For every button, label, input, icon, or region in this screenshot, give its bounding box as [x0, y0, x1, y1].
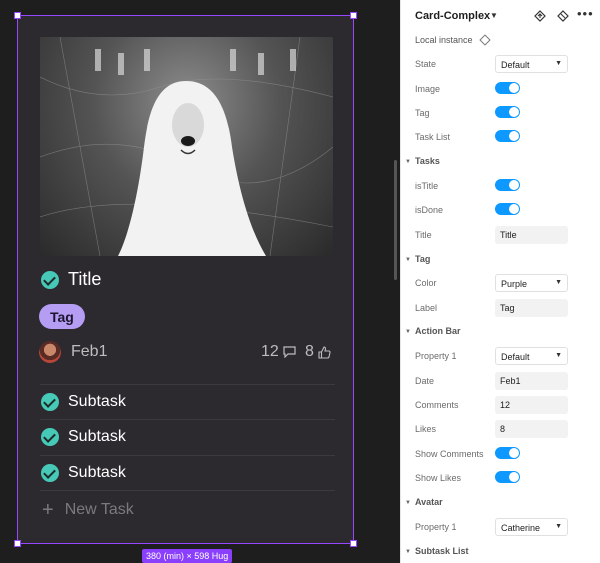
color-value: Purple — [501, 279, 528, 289]
more-options-icon[interactable]: ••• — [577, 6, 594, 21]
check-circle-icon[interactable] — [41, 270, 59, 289]
date-text: Feb1 — [71, 343, 108, 360]
istitle-label: isTitle — [415, 181, 439, 191]
show-comments-toggle[interactable] — [495, 447, 520, 459]
subtask-row[interactable]: Subtask — [41, 464, 126, 482]
avatar-property-value: Catherine — [501, 523, 541, 533]
new-task-button[interactable]: + New Task — [42, 500, 134, 520]
property-1-select[interactable]: Default ▼ — [495, 347, 568, 365]
avatar[interactable] — [39, 341, 61, 363]
task-list-label: Task List — [415, 132, 451, 142]
resize-handle-top-right[interactable] — [350, 12, 357, 19]
check-circle-icon[interactable] — [41, 393, 59, 411]
go-to-main-component-icon[interactable] — [533, 9, 547, 23]
collapse-icon[interactable]: ▼ — [405, 257, 411, 263]
collapse-icon[interactable]: ▼ — [405, 329, 411, 335]
state-select[interactable]: Default ▼ — [495, 55, 568, 73]
chevron-down-icon: ▼ — [555, 352, 562, 359]
avatar-property-select[interactable]: Catherine ▼ — [495, 518, 568, 536]
divider — [40, 490, 335, 491]
avatar-section-title[interactable]: Avatar — [415, 497, 443, 507]
label-label: Label — [415, 303, 438, 313]
resize-handle-bottom-right[interactable] — [350, 540, 357, 547]
ghost-dog-illustration — [40, 37, 333, 256]
subtask-label: Subtask — [68, 428, 126, 445]
properties-panel: Card-Complex ▼ ••• Local instance State … — [400, 0, 600, 563]
divider — [40, 419, 335, 420]
date-input[interactable]: Feb1 — [495, 372, 568, 390]
title-input[interactable]: Title — [495, 226, 568, 244]
subtask-row[interactable]: Subtask — [41, 393, 126, 411]
comments-input[interactable]: 12 — [495, 396, 568, 414]
comments-button[interactable]: 12 — [261, 343, 296, 361]
resize-handle-top-left[interactable] — [14, 12, 21, 19]
action-bar: Feb1 12 8 — [39, 340, 335, 364]
task-list-toggle[interactable] — [495, 130, 520, 142]
subtask-list-section-title[interactable]: Subtask List — [415, 546, 469, 556]
check-circle-icon[interactable] — [41, 428, 59, 446]
color-label: Color — [415, 278, 437, 288]
tasks-section-title[interactable]: Tasks — [415, 156, 440, 166]
new-task-label: New Task — [64, 501, 134, 518]
state-value: Default — [501, 60, 530, 70]
size-badge: 380 (min) × 598 Hug — [142, 549, 233, 563]
subtask-label: Subtask — [68, 393, 126, 410]
istitle-toggle[interactable] — [495, 179, 520, 191]
card-image — [40, 37, 333, 256]
component-diamond-icon[interactable] — [479, 34, 491, 46]
card-title: Title — [68, 269, 102, 289]
show-likes-label: Show Likes — [415, 473, 462, 483]
label-input[interactable]: Tag — [495, 299, 568, 317]
isdone-toggle[interactable] — [495, 203, 520, 215]
chevron-down-icon: ▼ — [555, 279, 562, 286]
tag-chip[interactable]: Tag — [39, 304, 85, 329]
likes-button[interactable]: 8 — [305, 343, 331, 361]
subtask-label: Subtask — [68, 464, 126, 481]
show-comments-label: Show Comments — [415, 449, 484, 459]
thumbs-up-icon — [318, 345, 331, 359]
subtask-row[interactable]: Subtask — [41, 428, 126, 446]
scrollbar[interactable] — [394, 160, 397, 280]
avatar-property-label: Property 1 — [415, 522, 457, 532]
detach-instance-icon[interactable] — [556, 9, 570, 23]
likes-input[interactable]: 8 — [495, 420, 568, 438]
comments-label: Comments — [415, 400, 459, 410]
show-likes-toggle[interactable] — [495, 471, 520, 483]
isdone-label: isDone — [415, 205, 444, 215]
chevron-down-icon: ▼ — [555, 523, 562, 530]
title-label: Title — [415, 230, 432, 240]
local-instance-label: Local instance — [415, 35, 473, 45]
collapse-icon[interactable]: ▼ — [405, 159, 411, 165]
chevron-down-icon: ▼ — [555, 60, 562, 67]
action-bar-section-title[interactable]: Action Bar — [415, 326, 461, 336]
image-toggle[interactable] — [495, 82, 520, 94]
component-name[interactable]: Card-Complex — [415, 10, 490, 22]
property-1-value: Default — [501, 352, 530, 362]
collapse-icon[interactable]: ▼ — [405, 549, 411, 555]
color-select[interactable]: Purple ▼ — [495, 274, 568, 292]
collapse-icon[interactable]: ▼ — [405, 500, 411, 506]
divider — [40, 384, 335, 385]
state-label: State — [415, 59, 437, 69]
property-1-label: Property 1 — [415, 351, 457, 361]
tag-toggle[interactable] — [495, 106, 520, 118]
card-title-row[interactable]: Title — [41, 269, 101, 290]
tag-section-title[interactable]: Tag — [415, 254, 430, 264]
image-label: Image — [415, 84, 441, 94]
likes-label: Likes — [415, 424, 437, 434]
comment-icon — [283, 346, 296, 358]
check-circle-icon[interactable] — [41, 464, 59, 482]
canvas[interactable]: Title Tag Feb1 12 8 Subtask Subtask Subt… — [0, 0, 400, 563]
card-complex[interactable]: Title Tag Feb1 12 8 Subtask Subtask Subt… — [14, 12, 357, 547]
plus-icon: + — [42, 499, 54, 521]
likes-count: 8 — [305, 343, 314, 360]
comments-count: 12 — [261, 343, 279, 360]
resize-handle-bottom-left[interactable] — [14, 540, 21, 547]
date-label: Date — [415, 376, 435, 386]
divider — [40, 455, 335, 456]
tag-toggle-label: Tag — [415, 108, 430, 118]
chevron-down-icon[interactable]: ▼ — [490, 11, 498, 20]
